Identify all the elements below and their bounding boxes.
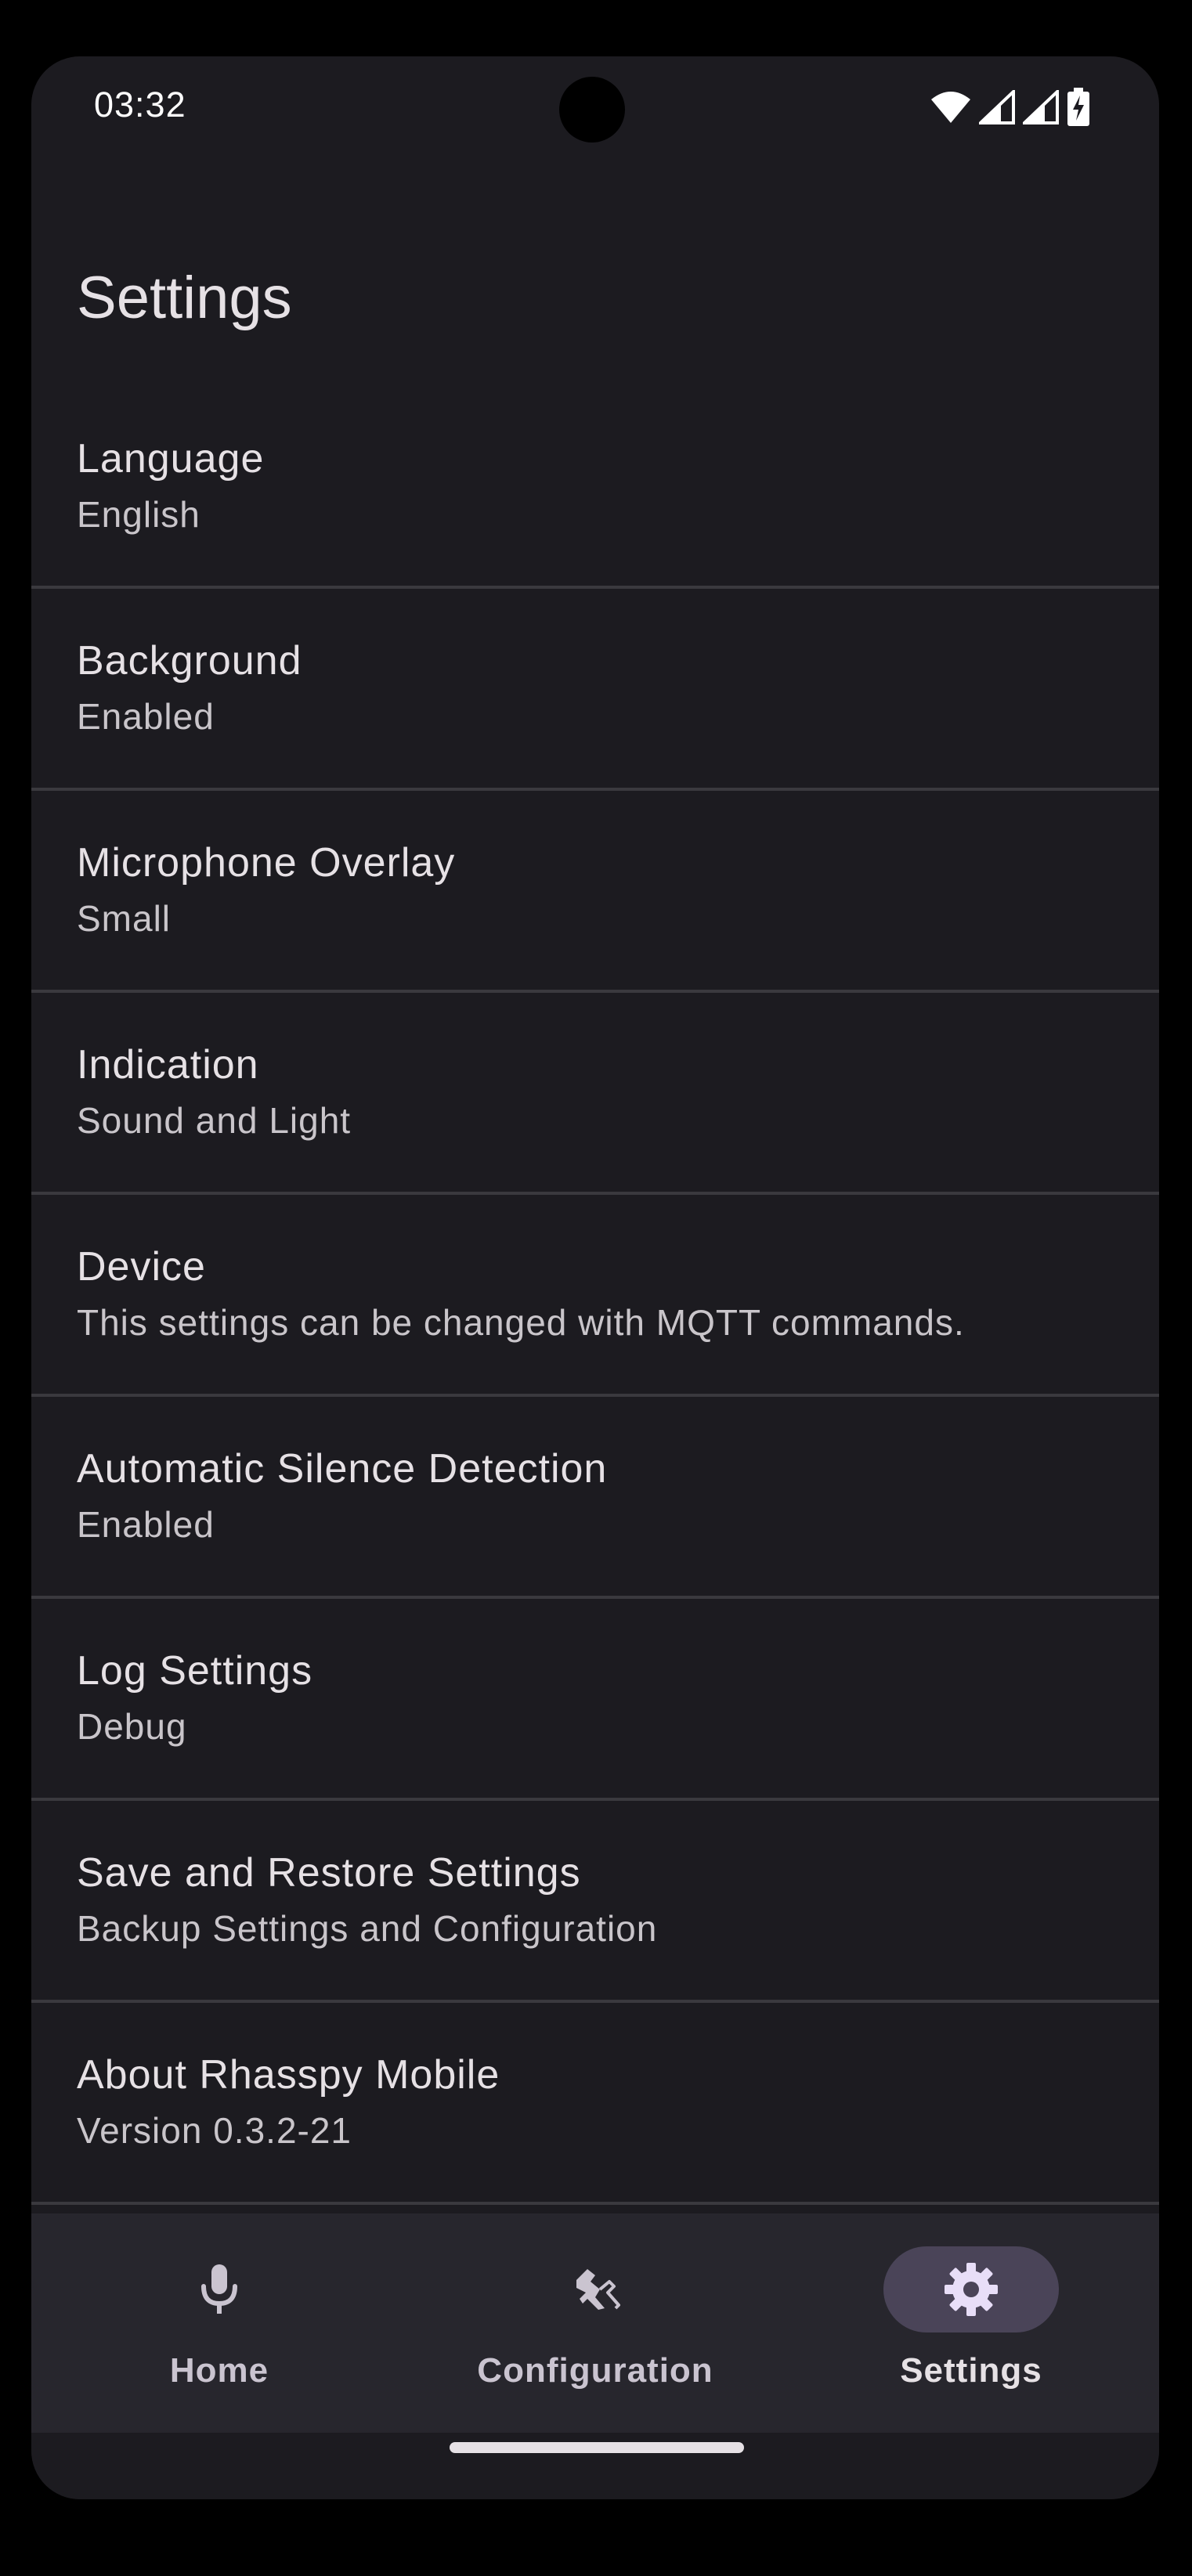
settings-item-subtitle: Version 0.3.2-21 [77, 2110, 352, 2151]
phone-frame: 03:32 Settings Language English Backgrou… [0, 0, 1192, 2576]
settings-item-subtitle: English [77, 494, 200, 535]
settings-item-title: About Rhasspy Mobile [77, 2052, 500, 2098]
app-screen: 03:32 Settings Language English Backgrou… [31, 56, 1159, 2499]
bottom-navigation: Home Configuration Settings [31, 2213, 1159, 2433]
signal-icon [979, 90, 1015, 124]
status-time: 03:32 [94, 85, 186, 124]
configuration-icon [576, 2269, 620, 2310]
gesture-bar [31, 2433, 1159, 2499]
settings-item-subtitle: Sound and Light [77, 1100, 352, 1141]
settings-item-background[interactable]: Background Enabled [31, 589, 1159, 791]
settings-item-about[interactable]: About Rhasspy Mobile Version 0.3.2-21 [31, 2003, 1159, 2205]
settings-item-title: Microphone Overlay [77, 840, 456, 886]
settings-item-device[interactable]: Device This settings can be changed with… [31, 1195, 1159, 1397]
nav-item-settings[interactable]: Settings [783, 2213, 1159, 2433]
settings-item-language[interactable]: Language English [31, 387, 1159, 589]
battery-charging-icon [1067, 88, 1089, 126]
nav-item-configuration[interactable]: Configuration [407, 2213, 783, 2433]
settings-item-title: Indication [77, 1042, 259, 1088]
status-bar: 03:32 [31, 56, 1159, 158]
nav-label-settings: Settings [900, 2351, 1042, 2390]
microphone-icon [201, 2264, 237, 2314]
settings-item-subtitle: Enabled [77, 1504, 215, 1545]
page-title: Settings [77, 265, 292, 331]
settings-item-subtitle: Small [77, 898, 172, 939]
settings-item-title: Save and Restore Settings [77, 1850, 581, 1896]
settings-item-subtitle: Enabled [77, 696, 215, 737]
wifi-icon [931, 92, 970, 123]
settings-item-subtitle: Debug [77, 1706, 187, 1747]
home-indicator[interactable] [450, 2442, 744, 2453]
nav-item-home[interactable]: Home [31, 2213, 407, 2433]
camera-cutout [559, 77, 625, 143]
status-icons [930, 88, 1090, 127]
gear-icon [945, 2263, 998, 2316]
nav-label-home: Home [169, 2351, 269, 2390]
signal-icon [1023, 90, 1059, 124]
settings-item-title: Automatic Silence Detection [77, 1446, 608, 1492]
settings-item-title: Log Settings [77, 1648, 313, 1694]
settings-item-title: Language [77, 436, 265, 482]
settings-item-subtitle: Backup Settings and Configuration [77, 1908, 658, 1949]
settings-item-title: Device [77, 1244, 206, 1290]
settings-list: Language English Background Enabled Micr… [31, 387, 1159, 2205]
settings-item-title: Background [77, 638, 302, 684]
settings-item-subtitle: This settings can be changed with MQTT c… [77, 1302, 965, 1343]
settings-item-automatic-silence-detection[interactable]: Automatic Silence Detection Enabled [31, 1397, 1159, 1599]
settings-item-indication[interactable]: Indication Sound and Light [31, 993, 1159, 1195]
settings-item-microphone-overlay[interactable]: Microphone Overlay Small [31, 791, 1159, 993]
nav-label-configuration: Configuration [477, 2351, 713, 2390]
settings-item-log-settings[interactable]: Log Settings Debug [31, 1599, 1159, 1801]
settings-item-save-restore[interactable]: Save and Restore Settings Backup Setting… [31, 1801, 1159, 2003]
